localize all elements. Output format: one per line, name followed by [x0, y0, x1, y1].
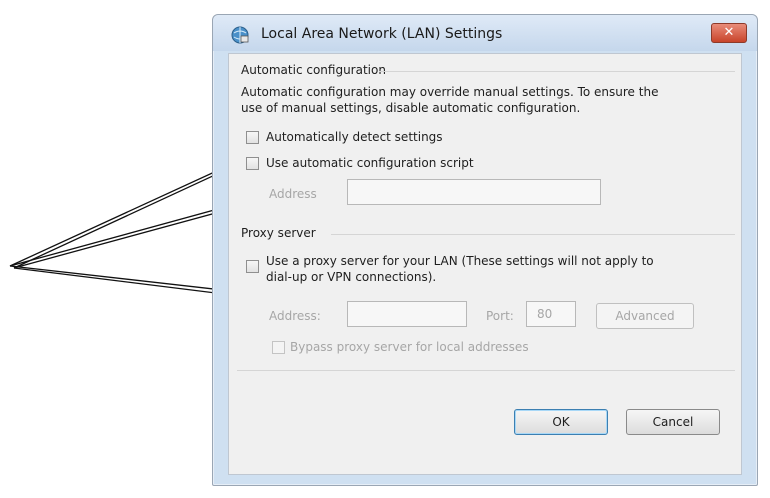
- auto-detect-checkbox[interactable]: [246, 131, 259, 144]
- section-bottom-divider: [237, 370, 735, 371]
- bypass-local-checkbox[interactable]: [272, 341, 285, 354]
- automatic-configuration-heading: Automatic configuration: [241, 63, 386, 77]
- proxy-server-heading: Proxy server: [241, 226, 316, 240]
- use-config-script-label[interactable]: Use automatic configuration script: [266, 156, 474, 170]
- use-config-script-checkbox[interactable]: [246, 157, 259, 170]
- close-button[interactable]: ✕: [711, 23, 747, 43]
- auto-detect-label[interactable]: Automatically detect settings: [266, 130, 443, 144]
- proxy-address-label: Address:: [269, 309, 321, 323]
- cancel-button[interactable]: Cancel: [626, 409, 720, 435]
- use-proxy-label-line1[interactable]: Use a proxy server for your LAN (These s…: [266, 254, 654, 268]
- use-proxy-checkbox[interactable]: [246, 260, 259, 273]
- bypass-local-label[interactable]: Bypass proxy server for local addresses: [290, 340, 529, 354]
- script-address-input[interactable]: [347, 179, 601, 205]
- auto-config-description-line2: use of manual settings, disable automati…: [241, 101, 581, 115]
- dialog-body: Automatic configuration Automatic config…: [228, 53, 742, 475]
- auto-config-description-line1: Automatic configuration may override man…: [241, 85, 659, 99]
- fieldset-divider: [379, 71, 735, 72]
- network-globe-icon: [231, 26, 249, 44]
- dialog-title: Local Area Network (LAN) Settings: [261, 26, 503, 42]
- lan-settings-dialog: Local Area Network (LAN) Settings ✕ Auto…: [212, 14, 758, 486]
- fieldset-divider: [331, 234, 735, 235]
- proxy-port-label: Port:: [486, 309, 514, 323]
- proxy-port-input[interactable]: 80: [526, 301, 576, 327]
- title-bar[interactable]: Local Area Network (LAN) Settings ✕: [213, 15, 757, 51]
- use-proxy-label-line2[interactable]: dial-up or VPN connections).: [266, 270, 436, 284]
- advanced-button[interactable]: Advanced: [596, 303, 694, 329]
- ok-button[interactable]: OK: [514, 409, 608, 435]
- proxy-address-input[interactable]: [347, 301, 467, 327]
- script-address-label: Address: [269, 187, 317, 201]
